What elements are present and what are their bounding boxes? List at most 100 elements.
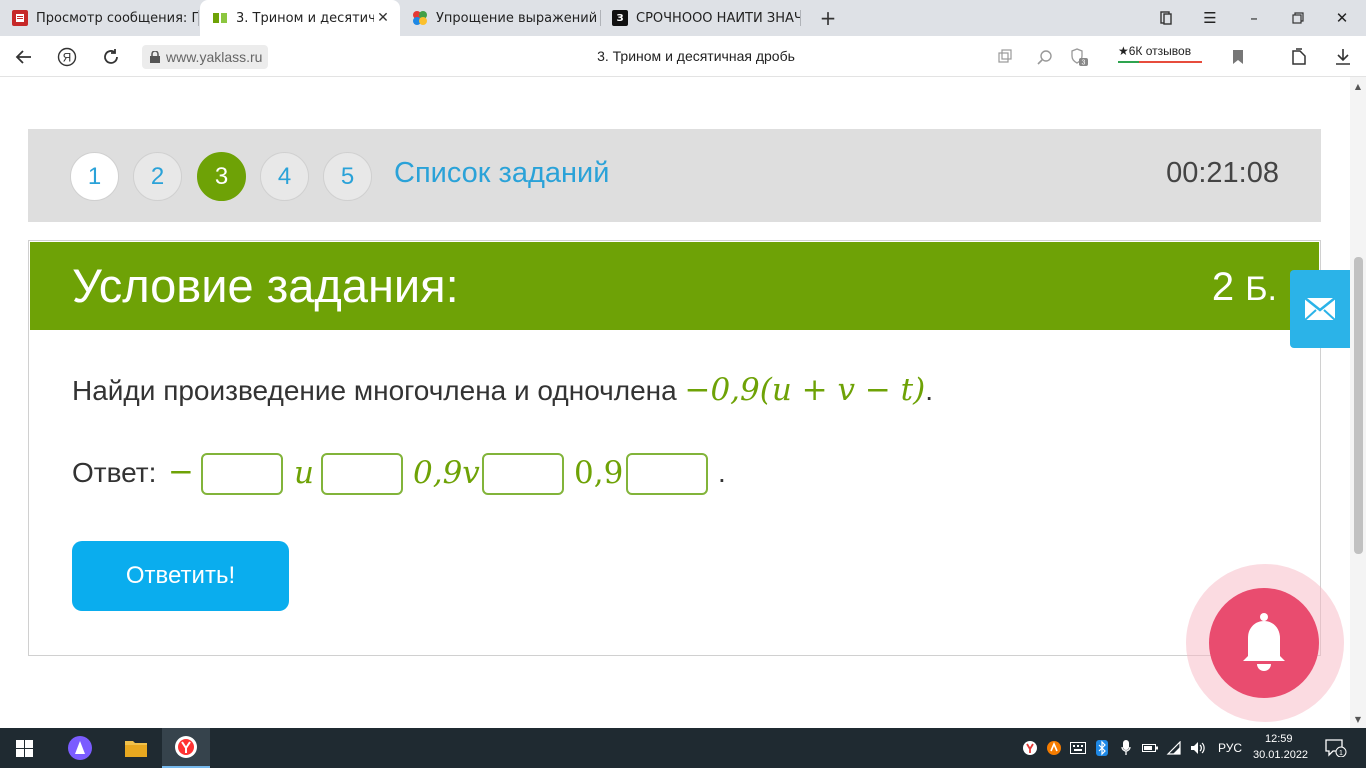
answer-label: Ответ:	[72, 457, 157, 488]
answer-input-4[interactable]	[626, 453, 708, 495]
task-heading: Условие задания:	[72, 259, 459, 312]
alice-icon	[68, 736, 92, 760]
yandex-tray-icon[interactable]	[1022, 740, 1038, 756]
battery-icon[interactable]	[1142, 740, 1158, 756]
svg-text:3: 3	[1082, 60, 1086, 67]
page-content: 1 2 3 4 5 Список заданий 00:21:08 Услови…	[0, 77, 1350, 728]
folder-icon	[125, 741, 147, 757]
reviews-badge[interactable]: ★6К отзывов	[1118, 44, 1191, 58]
tab-simplify-expressions[interactable]: Упрощение выражений ·	[400, 0, 600, 36]
svg-text:1: 1	[1339, 750, 1343, 757]
question-text: Найди произведение многочлена и одночлен…	[72, 375, 677, 406]
bell-icon	[1243, 613, 1285, 671]
question-end: .	[925, 375, 934, 406]
windows-icon	[15, 739, 33, 757]
browser-navbar: Я www.yaklass.ru 3. Трином и десятичная …	[0, 36, 1366, 77]
tab-title: Просмотр сообщения: Пе	[36, 10, 198, 26]
task-number-4[interactable]: 4	[260, 152, 309, 201]
notification-center-icon[interactable]: 1	[1325, 739, 1347, 757]
yandex-logo-icon[interactable]: Я	[54, 44, 80, 70]
new-tab-button[interactable]: +	[816, 6, 840, 30]
tab-separator	[198, 10, 199, 26]
wifi-icon[interactable]	[1166, 740, 1182, 756]
file-explorer-button[interactable]	[112, 728, 160, 768]
clock-date[interactable]: 30.01.2022	[1253, 749, 1308, 761]
task-card: Условие задания: 2 Б. Найди произведение…	[28, 240, 1321, 656]
tab-separator	[800, 10, 801, 26]
puzzle-icon	[412, 10, 428, 26]
task-navigation-bar: 1 2 3 4 5 Список заданий 00:21:08	[28, 129, 1321, 222]
windows-taskbar: РУС 12:59 30.01.2022 1	[0, 728, 1366, 768]
tab-title: Упрощение выражений ·	[436, 10, 600, 26]
tab-title: 3. Трином и десятичная	[236, 10, 374, 26]
alice-assistant-button[interactable]	[56, 728, 104, 768]
reload-icon[interactable]	[98, 44, 124, 70]
back-icon[interactable]	[11, 44, 37, 70]
restore-icon[interactable]	[1276, 0, 1320, 36]
question: Найди произведение многочлена и одночлен…	[72, 372, 933, 408]
download-icon[interactable]	[1330, 44, 1356, 70]
avast-tray-icon[interactable]	[1046, 740, 1062, 756]
url-text: www.yaklass.ru	[166, 49, 263, 65]
browser-tabbar: Просмотр сообщения: Пе 3. Трином и десят…	[0, 0, 1366, 36]
notifications-bell-button[interactable]	[1209, 588, 1319, 698]
answer-input-1[interactable]	[201, 453, 283, 495]
bluetooth-icon[interactable]	[1094, 740, 1110, 756]
menu-icon[interactable]: ☰	[1188, 0, 1232, 36]
minimize-icon[interactable]: –	[1232, 0, 1276, 36]
envelope-icon	[1304, 297, 1336, 321]
feedback-mail-button[interactable]	[1290, 270, 1350, 348]
answer-minus: −	[168, 454, 194, 490]
bookmark-icon[interactable]	[1225, 44, 1251, 70]
task-list-link[interactable]: Список заданий	[394, 157, 609, 190]
answer-input-2[interactable]	[321, 453, 403, 495]
task-number-1[interactable]: 1	[70, 152, 119, 201]
lock-icon	[150, 51, 160, 63]
tab-title: СРОЧНОOO НАЙТИ ЗНАЧ	[636, 10, 800, 26]
collections-icon[interactable]	[1286, 44, 1312, 70]
points-value: 2	[1211, 265, 1235, 309]
svg-text:Я: Я	[63, 51, 72, 65]
keyboard-tray-icon[interactable]	[1070, 740, 1086, 756]
answer-coef-09v: 0,9v	[413, 455, 480, 491]
question-math: −0,9(u + v − t)	[684, 372, 926, 408]
tab-share-icon[interactable]	[992, 44, 1018, 70]
submit-answer-button[interactable]: Ответить!	[72, 541, 289, 611]
volume-icon[interactable]	[1190, 740, 1206, 756]
microphone-icon[interactable]	[1118, 740, 1134, 756]
answer-input-3[interactable]	[482, 453, 564, 495]
close-tab-icon[interactable]: ✕	[374, 9, 392, 27]
yandex-browser-taskbar-button[interactable]	[162, 728, 210, 768]
task-number-3-current[interactable]: 3	[197, 152, 246, 201]
tab-yaklass-active[interactable]: 3. Трином и десятичная ✕	[200, 0, 400, 36]
mail-icon	[12, 10, 28, 26]
start-button[interactable]	[0, 728, 48, 768]
yandex-browser-icon	[175, 736, 197, 758]
znanija-icon: З	[612, 10, 628, 26]
tabs-list-icon[interactable]	[1144, 0, 1188, 36]
scroll-down-icon[interactable]: ▼	[1353, 714, 1363, 724]
reviews-rating-bar	[1118, 61, 1202, 63]
timer: 00:21:08	[1166, 157, 1279, 189]
yaklass-icon	[212, 10, 228, 26]
address-bar[interactable]: www.yaklass.ru	[142, 45, 269, 69]
answer-period: .	[718, 457, 726, 488]
scroll-up-icon[interactable]: ▲	[1353, 81, 1363, 91]
page-title: 3. Трином и десятичная дробь	[597, 48, 795, 64]
scroll-thumb[interactable]	[1354, 257, 1363, 554]
tab-znanija[interactable]: З СРОЧНОOO НАЙТИ ЗНАЧ	[600, 0, 800, 36]
task-number-2[interactable]: 2	[133, 152, 182, 201]
page-scrollbar[interactable]: ▲ ▼	[1350, 77, 1366, 728]
close-window-icon[interactable]: ✕	[1320, 0, 1364, 36]
language-indicator[interactable]: РУС	[1218, 741, 1242, 755]
points-unit: Б.	[1245, 270, 1277, 308]
points-label: 2 Б.	[1212, 265, 1277, 310]
tab-mail-message[interactable]: Просмотр сообщения: Пе	[0, 0, 198, 36]
answer-coef-09: 0,9	[574, 455, 624, 491]
zoom-search-icon[interactable]	[1032, 44, 1058, 70]
clock-time[interactable]: 12:59	[1265, 733, 1293, 745]
protect-icon[interactable]: 3	[1066, 44, 1092, 70]
task-header: Условие задания: 2 Б.	[30, 242, 1319, 330]
answer-var-u: u	[294, 455, 314, 491]
task-number-5[interactable]: 5	[323, 152, 372, 201]
